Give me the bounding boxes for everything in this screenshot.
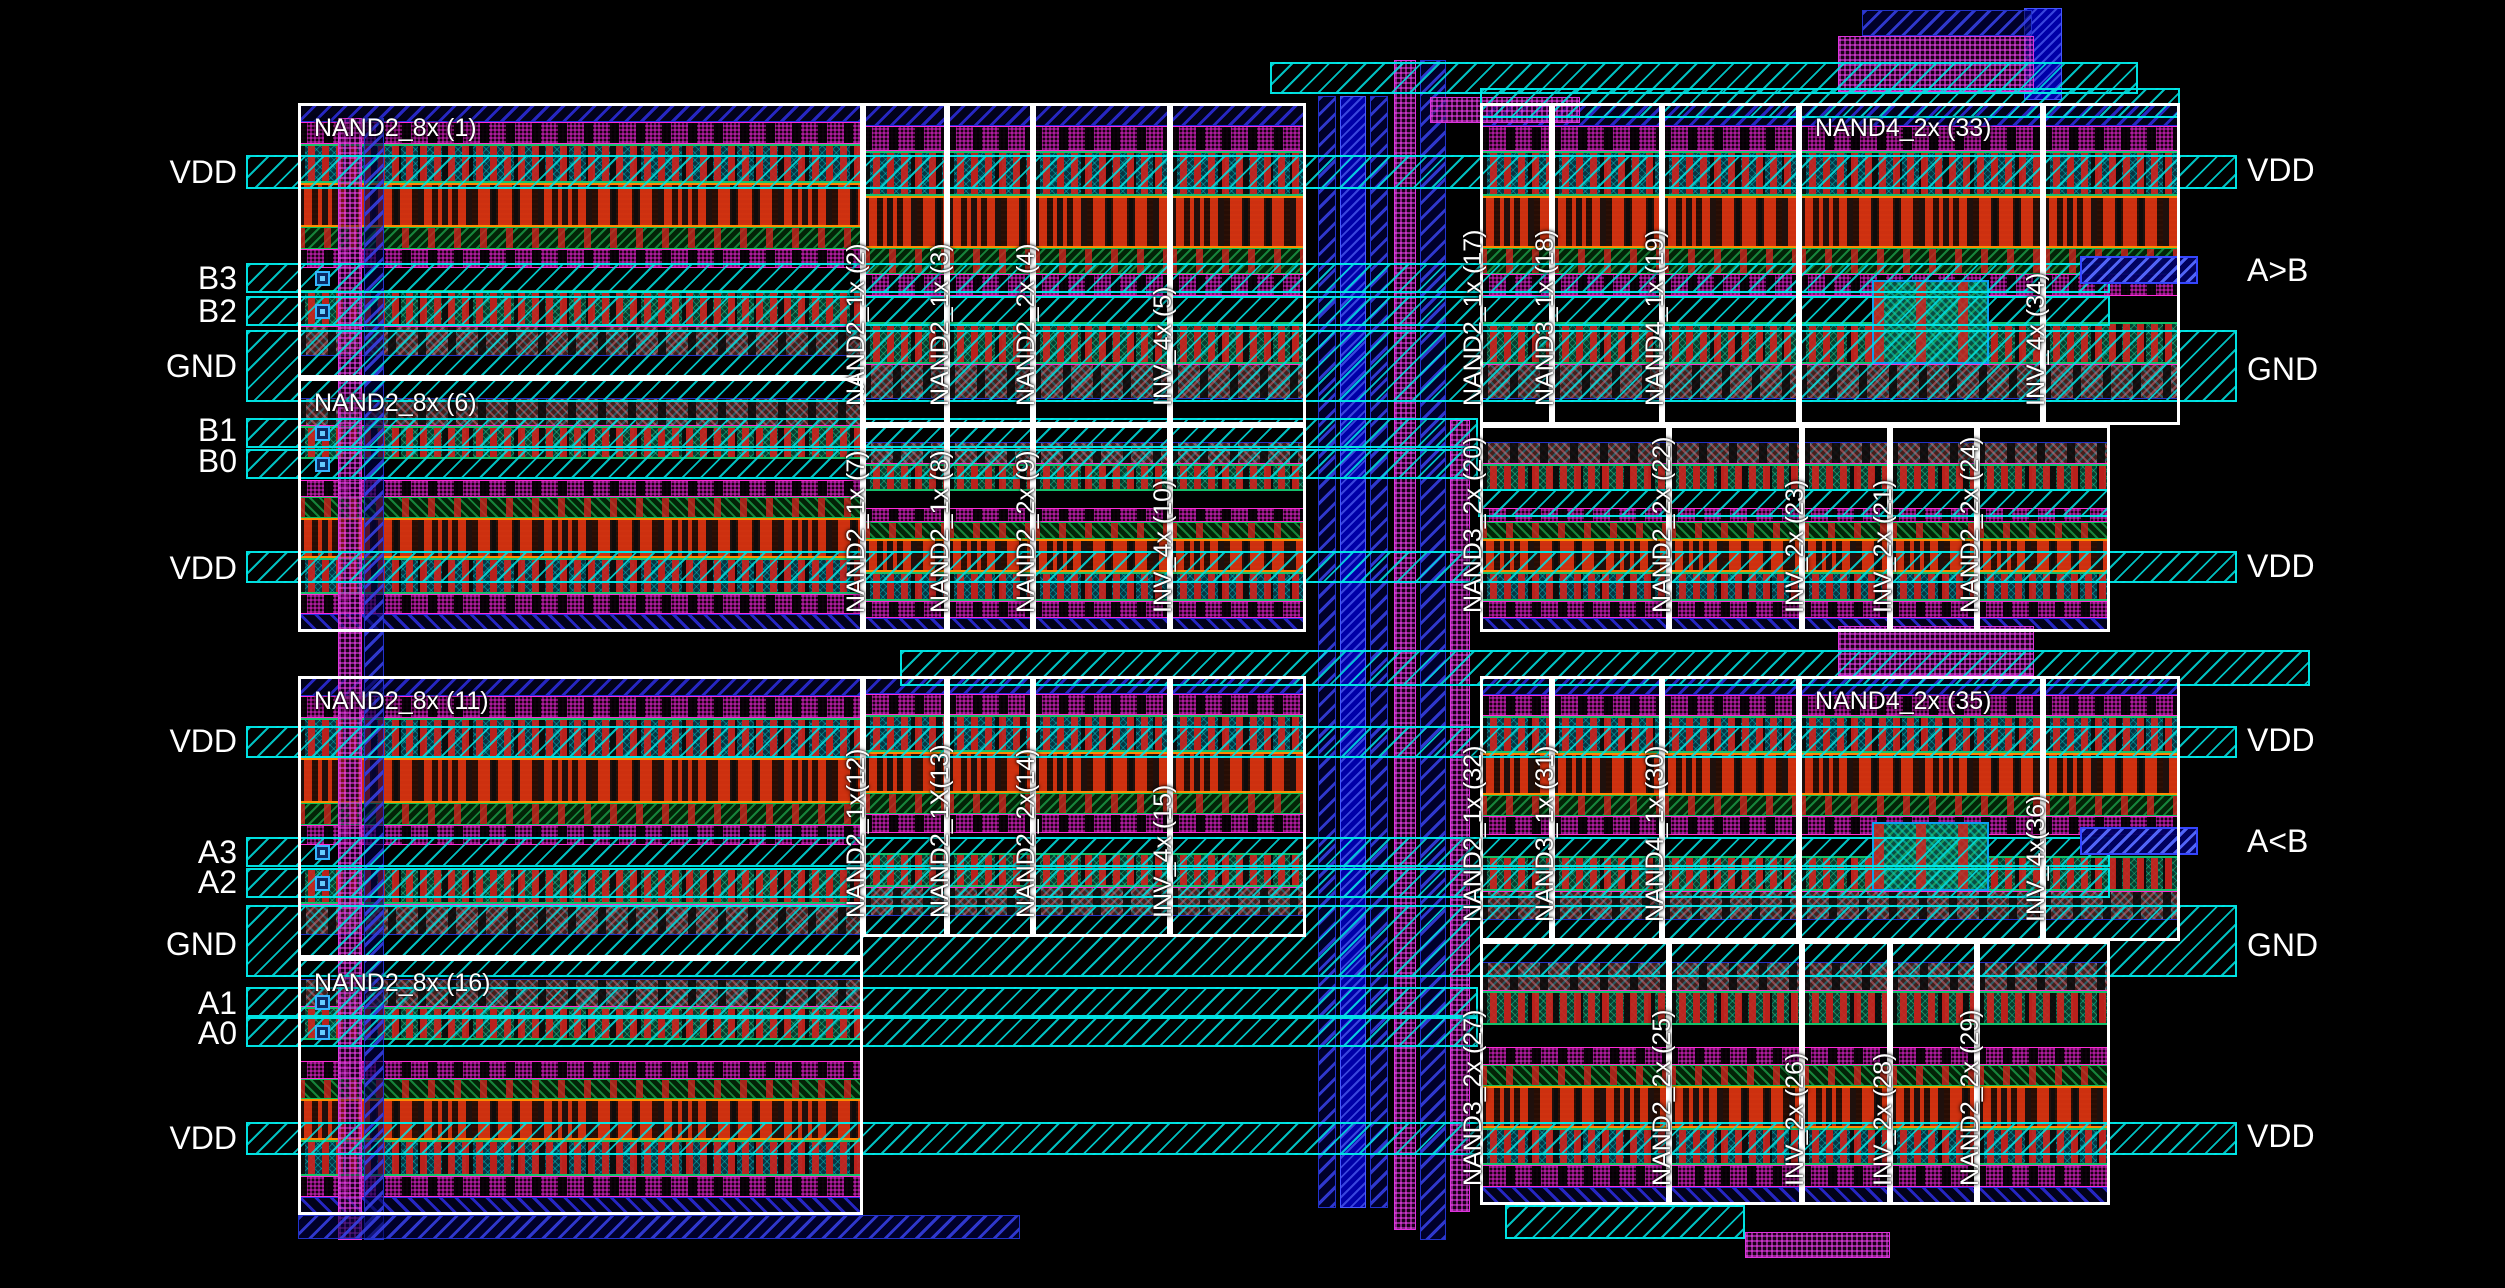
cell-nand4-1x-30[interactable]: NAND4_1x (30) (1662, 676, 1799, 941)
pin-label-left-vdd-13: VDD (0, 1122, 237, 1154)
cell-label: INV_4x (5) (1149, 287, 1178, 406)
cell-label: INV_2x (23) (1781, 480, 1810, 613)
ic-layout-canvas[interactable]: NAND2_8x (1)NAND2_1x (2)NAND2_1x (3)NAND… (0, 0, 2505, 1288)
cell-label: INV_4x (34) (2022, 273, 2051, 406)
pin-label-left-b1-4: B1 (0, 414, 237, 446)
cell-inv-4x-15[interactable]: INV_4x (15) (1170, 676, 1306, 937)
routing-strap (1505, 1205, 1745, 1239)
pin-label-left-gnd-10: GND (0, 928, 237, 960)
pin-label-left-b3-1: B3 (0, 262, 237, 294)
pin-label-right-gnd-2: GND (2247, 353, 2318, 385)
cell-nand2-8x-6[interactable]: NAND2_8x (6) (298, 378, 863, 632)
cell-label: NAND2_1x (17) (1459, 230, 1488, 406)
cell-nand2-2x-29[interactable]: NAND2_2x (29) (1977, 941, 2110, 1205)
pin-label-right-vdd-4: VDD (2247, 724, 2315, 756)
cell-inv-4x-10[interactable]: INV_4x (10) (1170, 425, 1306, 632)
pin-label-left-a2-9: A2 (0, 866, 237, 898)
cell-label: NAND3_1x (18) (1531, 230, 1560, 406)
pin-label-left-vdd-0: VDD (0, 156, 237, 188)
cell-inv-4x-5[interactable]: INV_4x (5) (1170, 103, 1306, 425)
cell-inv-4x-36[interactable]: INV_4x(36) (2043, 676, 2180, 941)
metal-interconnect-segment (1862, 10, 2032, 36)
cell-label: NAND4_1x (19) (1641, 230, 1670, 406)
cell-label: NAND2_2x (22) (1648, 437, 1677, 613)
metal-interconnect-segment (298, 1215, 1020, 1239)
cell-label: NAND2_2x(14) (1012, 748, 1041, 918)
cell-label: NAND2_1x (8) (926, 450, 955, 613)
cell-label: NAND2_2x (29) (1956, 1010, 1985, 1186)
cell-label: NAND2_1X(13) (926, 744, 955, 918)
metal-interconnect-bar (1394, 60, 1416, 1230)
cell-label: NAND4_2x (33) (1815, 114, 1991, 143)
pin-label-right-a-b-5: A<B (2247, 825, 2308, 857)
cell-label: NAND2_2x (4) (1012, 243, 1041, 406)
cell-label: INV_2x (26) (1781, 1053, 1810, 1186)
cell-label: NAND4_1x (30) (1641, 746, 1670, 922)
pin-label-left-vdd-7: VDD (0, 725, 237, 757)
cell-label: INV_2x (21) (1869, 480, 1898, 613)
cell-label: NAND2_8x (16) (314, 969, 490, 998)
pin-label-left-vdd-6: VDD (0, 552, 237, 584)
cell-label: NAND2_8x (11) (314, 687, 489, 716)
cell-label: NAND2_1x (32) (1459, 746, 1488, 922)
pin-label-left-a0-12: A0 (0, 1017, 237, 1049)
pin-label-right-vdd-3: VDD (2247, 550, 2315, 582)
pin-label-left-b2-2: B2 (0, 295, 237, 327)
cell-nand2-8x-16[interactable]: NAND2_8x (16) (298, 958, 863, 1215)
pin-label-right-gnd-6: GND (2247, 929, 2318, 961)
cell-nand3-2x-20[interactable]: NAND3_2x (20) (1480, 425, 1669, 632)
cell-nand4-2x-35[interactable]: NAND4_2x (35) (1799, 676, 2043, 941)
cell-label: NAND2_8x (1) (314, 114, 477, 143)
cell-label: NAND2_2x (9) (1012, 450, 1041, 613)
cell-inv-4x-34[interactable]: INV_4x (34) (2043, 103, 2180, 425)
cell-label: NAND2_8x (6) (314, 389, 477, 418)
metal-interconnect-segment (1745, 1232, 1890, 1258)
cell-label: NAND3_2x (20) (1459, 437, 1488, 613)
cell-label: NAND2_2x (25) (1648, 1010, 1677, 1186)
cell-label: NAND2_1x (3) (926, 243, 955, 406)
cell-label: NAND2_1x (7) (842, 450, 871, 613)
cell-label: NAND2_1x(12) (842, 748, 871, 918)
pin-label-right-vdd-0: VDD (2247, 154, 2315, 186)
cell-nand2-8x-11[interactable]: NAND2_8x (11) (298, 676, 863, 958)
cell-nand4-2x-33[interactable]: NAND4_2x (33) (1799, 103, 2043, 425)
cell-label: INV_4x (15) (1149, 785, 1178, 918)
cell-label: NAND2_2x (24) (1956, 437, 1985, 613)
cell-label: NAND4_2x (35) (1815, 687, 1991, 716)
cell-label: INV_4x(36) (2022, 796, 2051, 922)
pin-label-right-vdd-7: VDD (2247, 1120, 2315, 1152)
cell-nand4-1x-19[interactable]: NAND4_1x (19) (1662, 103, 1799, 425)
cell-label: INV_4x (10) (1149, 480, 1178, 613)
cell-nand2-8x-1[interactable]: NAND2_8x (1) (298, 103, 863, 378)
pin-label-left-b0-5: B0 (0, 445, 237, 477)
cell-label: NAND3_2x (27) (1459, 1010, 1488, 1186)
cell-nand2-2x-24[interactable]: NAND2_2x (24) (1977, 425, 2110, 632)
cell-nand3-2x-27[interactable]: NAND3_2x (27) (1480, 941, 1669, 1205)
cell-label: NAND3_1x (31) (1531, 746, 1560, 922)
pin-label-right-a-b-1: A>B (2247, 254, 2308, 286)
cell-label: INV_2x (28) (1869, 1053, 1898, 1186)
pin-label-left-gnd-3: GND (0, 350, 237, 382)
